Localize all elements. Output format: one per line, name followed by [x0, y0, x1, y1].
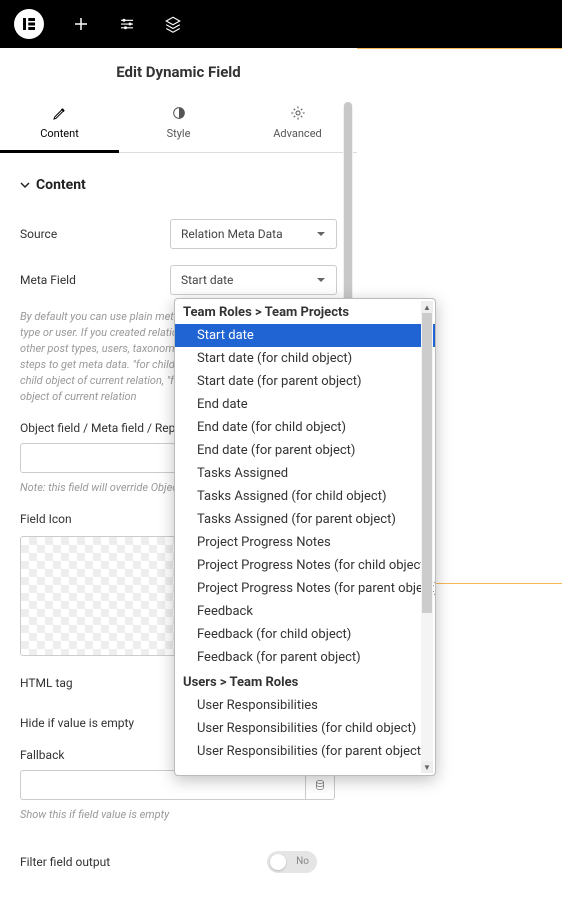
dropdown-option[interactable]: User Responsibilities (for child object) [175, 717, 435, 740]
toggle-label: No [296, 856, 309, 867]
scrollbar-track[interactable] [421, 313, 433, 761]
elementor-icon [20, 15, 38, 33]
meta-field-dropdown: Team Roles > Team ProjectsStart dateStar… [174, 298, 436, 776]
label-html-tag: HTML tag [20, 676, 170, 690]
sliders-icon [118, 15, 136, 33]
panel-tabs: Content Style Advanced [0, 95, 357, 153]
toggle-knob [270, 854, 286, 870]
tab-label: Style [167, 127, 191, 140]
dropdown-option[interactable]: Tasks Assigned (for child object) [175, 485, 435, 508]
dropdown-group-header: Users > Team Roles [175, 669, 435, 694]
canvas-guide-top [355, 48, 562, 49]
select-source-value: Relation Meta Data [181, 227, 283, 241]
dropdown-option[interactable]: Start date [175, 324, 435, 347]
pencil-icon [52, 105, 68, 121]
scrollbar-thumb[interactable] [422, 313, 432, 613]
structure-button[interactable] [164, 15, 182, 33]
dropdown-option[interactable]: Feedback (for child object) [175, 623, 435, 646]
tab-label: Advanced [273, 127, 321, 140]
dropdown-group-header: Team Roles > Team Projects [175, 299, 435, 324]
tab-content[interactable]: Content [0, 95, 119, 152]
database-icon [314, 779, 326, 791]
dropdown-option[interactable]: Start date (for child object) [175, 347, 435, 370]
panel-title: Edit Dynamic Field [0, 48, 357, 95]
label-filter-output: Filter field output [20, 855, 267, 869]
tab-advanced[interactable]: Advanced [238, 95, 357, 152]
dropdown-option[interactable]: User Responsibilities [175, 694, 435, 717]
contrast-icon [171, 105, 187, 121]
add-widget-button[interactable] [72, 15, 90, 33]
dropdown-option[interactable]: End date [175, 393, 435, 416]
select-meta-field-value: Start date [181, 273, 233, 287]
elementor-logo[interactable] [14, 9, 44, 39]
tab-style[interactable]: Style [119, 95, 238, 152]
layers-icon [164, 15, 182, 33]
chevron-down-icon [316, 275, 326, 285]
label-source: Source [20, 227, 170, 241]
section-title: Content [36, 177, 86, 193]
dropdown-option[interactable]: User Responsibilities (for parent object… [175, 740, 435, 763]
gear-icon [290, 105, 306, 121]
top-bar [0, 0, 562, 48]
dropdown-option[interactable]: Tasks Assigned (for parent object) [175, 508, 435, 531]
toggle-filter-output[interactable]: No [267, 851, 317, 873]
row-meta-field: Meta Field Start date [0, 257, 357, 303]
dropdown-option[interactable]: End date (for parent object) [175, 439, 435, 462]
dropdown-option[interactable]: End date (for child object) [175, 416, 435, 439]
select-source[interactable]: Relation Meta Data [170, 219, 337, 249]
site-settings-button[interactable] [118, 15, 136, 33]
dropdown-option[interactable]: Project Progress Notes (for child object… [175, 554, 435, 577]
row-filter-output: Filter field output No [0, 833, 357, 881]
dropdown-option[interactable]: Feedback [175, 600, 435, 623]
dropdown-scrollbar[interactable]: ▲ ▼ [421, 301, 433, 773]
row-source: Source Relation Meta Data [0, 211, 357, 257]
dropdown-option[interactable]: Project Progress Notes (for parent objec… [175, 577, 435, 600]
plus-icon [72, 15, 90, 33]
label-meta-field: Meta Field [20, 273, 170, 287]
dropdown-option[interactable]: Start date (for parent object) [175, 370, 435, 393]
scrollbar-down-button[interactable]: ▼ [421, 761, 433, 773]
chevron-down-icon [316, 229, 326, 239]
section-toggle-content[interactable]: Content [0, 153, 357, 211]
dropdown-option[interactable]: Tasks Assigned [175, 462, 435, 485]
scrollbar-up-button[interactable]: ▲ [421, 301, 433, 313]
select-meta-field[interactable]: Start date [170, 265, 337, 295]
tab-label: Content [40, 127, 79, 140]
caret-down-icon [20, 180, 30, 190]
fallback-note: Show this if field value is empty [0, 808, 357, 833]
dropdown-option[interactable]: Project Progress Notes [175, 531, 435, 554]
dropdown-option[interactable]: Feedback (for parent object) [175, 646, 435, 669]
dropdown-list[interactable]: Team Roles > Team ProjectsStart dateStar… [175, 299, 435, 775]
